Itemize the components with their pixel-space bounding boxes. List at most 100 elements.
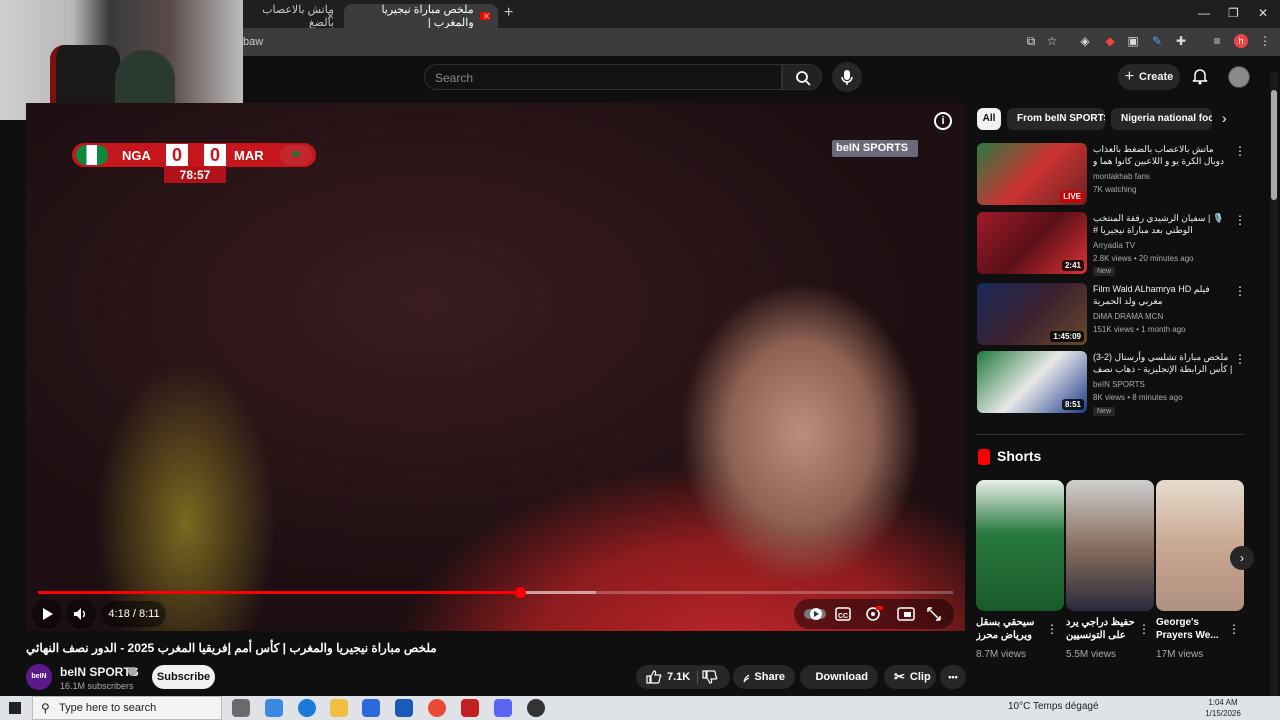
broadcaster-logo: beIN SPORTS: [832, 140, 918, 157]
volume-button[interactable]: [66, 599, 96, 629]
clock[interactable]: 1:04 AM 1/15/2026: [1200, 697, 1246, 719]
short-thumbnail[interactable]: [976, 480, 1064, 611]
url-text[interactable]: baw: [243, 36, 263, 48]
taskbar-search-placeholder: Type here to search: [59, 702, 157, 714]
close-window-button[interactable]: ✕: [1258, 6, 1268, 20]
rec-thumbnail[interactable]: 8:51: [977, 351, 1087, 413]
download-button[interactable]: Download: [800, 665, 878, 689]
taskbar-search[interactable]: ⚲ Type here to search: [32, 696, 222, 720]
store-icon[interactable]: [362, 699, 380, 717]
task-view-icon[interactable]: [232, 699, 250, 717]
short-more-icon[interactable]: ⋮: [1228, 622, 1240, 636]
app-icon[interactable]: [527, 699, 545, 717]
short-thumbnail[interactable]: [1066, 480, 1154, 611]
create-label: Create: [1139, 71, 1174, 83]
chip-all[interactable]: All: [977, 108, 1001, 130]
rec-meta: 7K watching: [1093, 185, 1137, 194]
chip-from-channel[interactable]: From beIN SPORTS: [1007, 108, 1105, 130]
new-badge: New: [1093, 407, 1116, 416]
duration-badge: 2:41: [1061, 260, 1084, 271]
webcam-overlay: [0, 0, 243, 120]
tab-active[interactable]: ملخص مباراة نيجيريا والمغرب | ×: [344, 4, 498, 29]
short-title[interactable]: حفيظ دراجي يرد على التونسيين: [1066, 616, 1141, 642]
short-more-icon[interactable]: ⋮: [1046, 622, 1058, 636]
weather-widget[interactable]: 10°C Temps dégagé: [1008, 701, 1099, 712]
restore-button[interactable]: ❐: [1228, 6, 1239, 20]
more-actions-button[interactable]: •••: [940, 665, 966, 689]
short-views: 8.7M views: [976, 649, 1027, 660]
rec-channel[interactable]: montakhab fans: [1093, 172, 1150, 181]
profile-icon[interactable]: h: [1234, 34, 1248, 48]
short-thumbnail[interactable]: [1156, 480, 1244, 611]
menu-icon[interactable]: ⋮: [1258, 34, 1272, 48]
rec-channel[interactable]: beIN SPORTS: [1093, 380, 1145, 389]
extension-icon[interactable]: ✎: [1150, 34, 1164, 48]
rec-thumbnail[interactable]: 2:41: [977, 212, 1087, 274]
rec-title[interactable]: ماتش بالاعصاب بالضغط بالعذاب دوبال الكرة…: [1093, 143, 1233, 167]
info-icon[interactable]: i: [934, 112, 952, 130]
edge-icon[interactable]: [298, 699, 316, 717]
rec-more-icon[interactable]: ⋮: [1234, 144, 1246, 158]
video-player[interactable]: NGA 0 0 MAR 78:57 beIN SPORTS i 4:18 / 8…: [26, 103, 965, 631]
tab-search-icon[interactable]: ≡: [1210, 34, 1224, 48]
chevron-right-icon[interactable]: ›: [1222, 110, 1227, 126]
short-more-icon[interactable]: ⋮: [1138, 622, 1150, 636]
windows-start-icon[interactable]: [9, 702, 21, 714]
dislike-button[interactable]: [694, 665, 730, 689]
file-explorer-icon[interactable]: [330, 699, 348, 717]
tab-inactive[interactable]: ماتش بالاعصاب بالضغ ×: [242, 4, 342, 29]
scrubber-handle[interactable]: [515, 587, 527, 598]
rec-title[interactable]: Film Wald ALhamrya HD فيلم مغربي ولد الح…: [1093, 283, 1233, 307]
search-field[interactable]: [424, 64, 782, 91]
rec-title[interactable]: ملخص مباراة تشلسي وأرسنال (2-3) | كأس ال…: [1093, 351, 1233, 375]
account-avatar[interactable]: [1228, 66, 1250, 88]
clip-label: Clip: [909, 671, 931, 683]
short-title[interactable]: George's Prayers We...: [1156, 616, 1231, 642]
rec-more-icon[interactable]: ⋮: [1234, 213, 1246, 227]
channel-name[interactable]: beIN SPORTS: [60, 665, 139, 679]
minimize-button[interactable]: —: [1198, 6, 1210, 20]
rec-thumbnail[interactable]: 1:45:09: [977, 283, 1087, 345]
short-title[interactable]: سيحقي بسقل ويرياض محرز ف...: [976, 616, 1051, 642]
tab-close-icon[interactable]: ×: [483, 9, 490, 23]
play-button[interactable]: [32, 599, 62, 629]
rec-thumbnail[interactable]: LIVE: [977, 143, 1087, 205]
search-button[interactable]: [782, 64, 822, 90]
scrollbar-thumb[interactable]: [1271, 90, 1277, 200]
score-bug: NGA 0 0 MAR 78:57: [72, 143, 316, 183]
subscribe-button[interactable]: Subscribe: [152, 665, 215, 689]
new-tab-button[interactable]: +: [504, 4, 513, 22]
cast-icon[interactable]: ⧉: [1024, 34, 1038, 48]
search-input[interactable]: [425, 65, 781, 91]
copilot-icon[interactable]: [265, 699, 283, 717]
outlook-icon[interactable]: [395, 699, 413, 717]
clip-button[interactable]: ✂ Clip: [884, 665, 936, 689]
puzzle-icon[interactable]: ✚: [1174, 34, 1188, 48]
share-button[interactable]: Share: [733, 665, 795, 689]
extension-icon[interactable]: ◆: [1103, 34, 1117, 48]
extension-icon[interactable]: ◈: [1078, 34, 1092, 48]
voice-search-button[interactable]: [832, 62, 862, 92]
chrome-icon[interactable]: [428, 699, 446, 717]
duration-badge: 8:51: [1061, 399, 1084, 410]
rec-channel[interactable]: DiMA DRAMA MCN: [1093, 312, 1163, 321]
progress-bar[interactable]: [38, 587, 953, 598]
notifications-button[interactable]: [1190, 66, 1210, 86]
chip-topic[interactable]: Nigeria national foot: [1111, 108, 1212, 130]
share-icon: [743, 674, 750, 683]
rec-title[interactable]: 🎙️ | سفيان الرشيدي رفقة المنتخب الوطني ب…: [1093, 212, 1233, 236]
rec-more-icon[interactable]: ⋮: [1234, 352, 1246, 366]
shorts-next-button[interactable]: ›: [1230, 546, 1254, 570]
create-button[interactable]: + Create: [1118, 64, 1180, 90]
bookmark-star-icon[interactable]: ☆: [1045, 34, 1059, 48]
svg-text:CC: CC: [838, 613, 848, 620]
match-clock: 78:57: [164, 167, 226, 183]
tab-close-icon[interactable]: ×: [327, 9, 334, 23]
channel-avatar[interactable]: beIN: [26, 664, 52, 690]
extension-icon[interactable]: ▣: [1126, 34, 1140, 48]
discord-icon[interactable]: [494, 699, 512, 717]
nigeria-flag-icon: [76, 145, 108, 165]
app-icon[interactable]: [461, 699, 479, 717]
rec-channel[interactable]: Arryadia TV: [1093, 241, 1135, 250]
rec-more-icon[interactable]: ⋮: [1234, 284, 1246, 298]
